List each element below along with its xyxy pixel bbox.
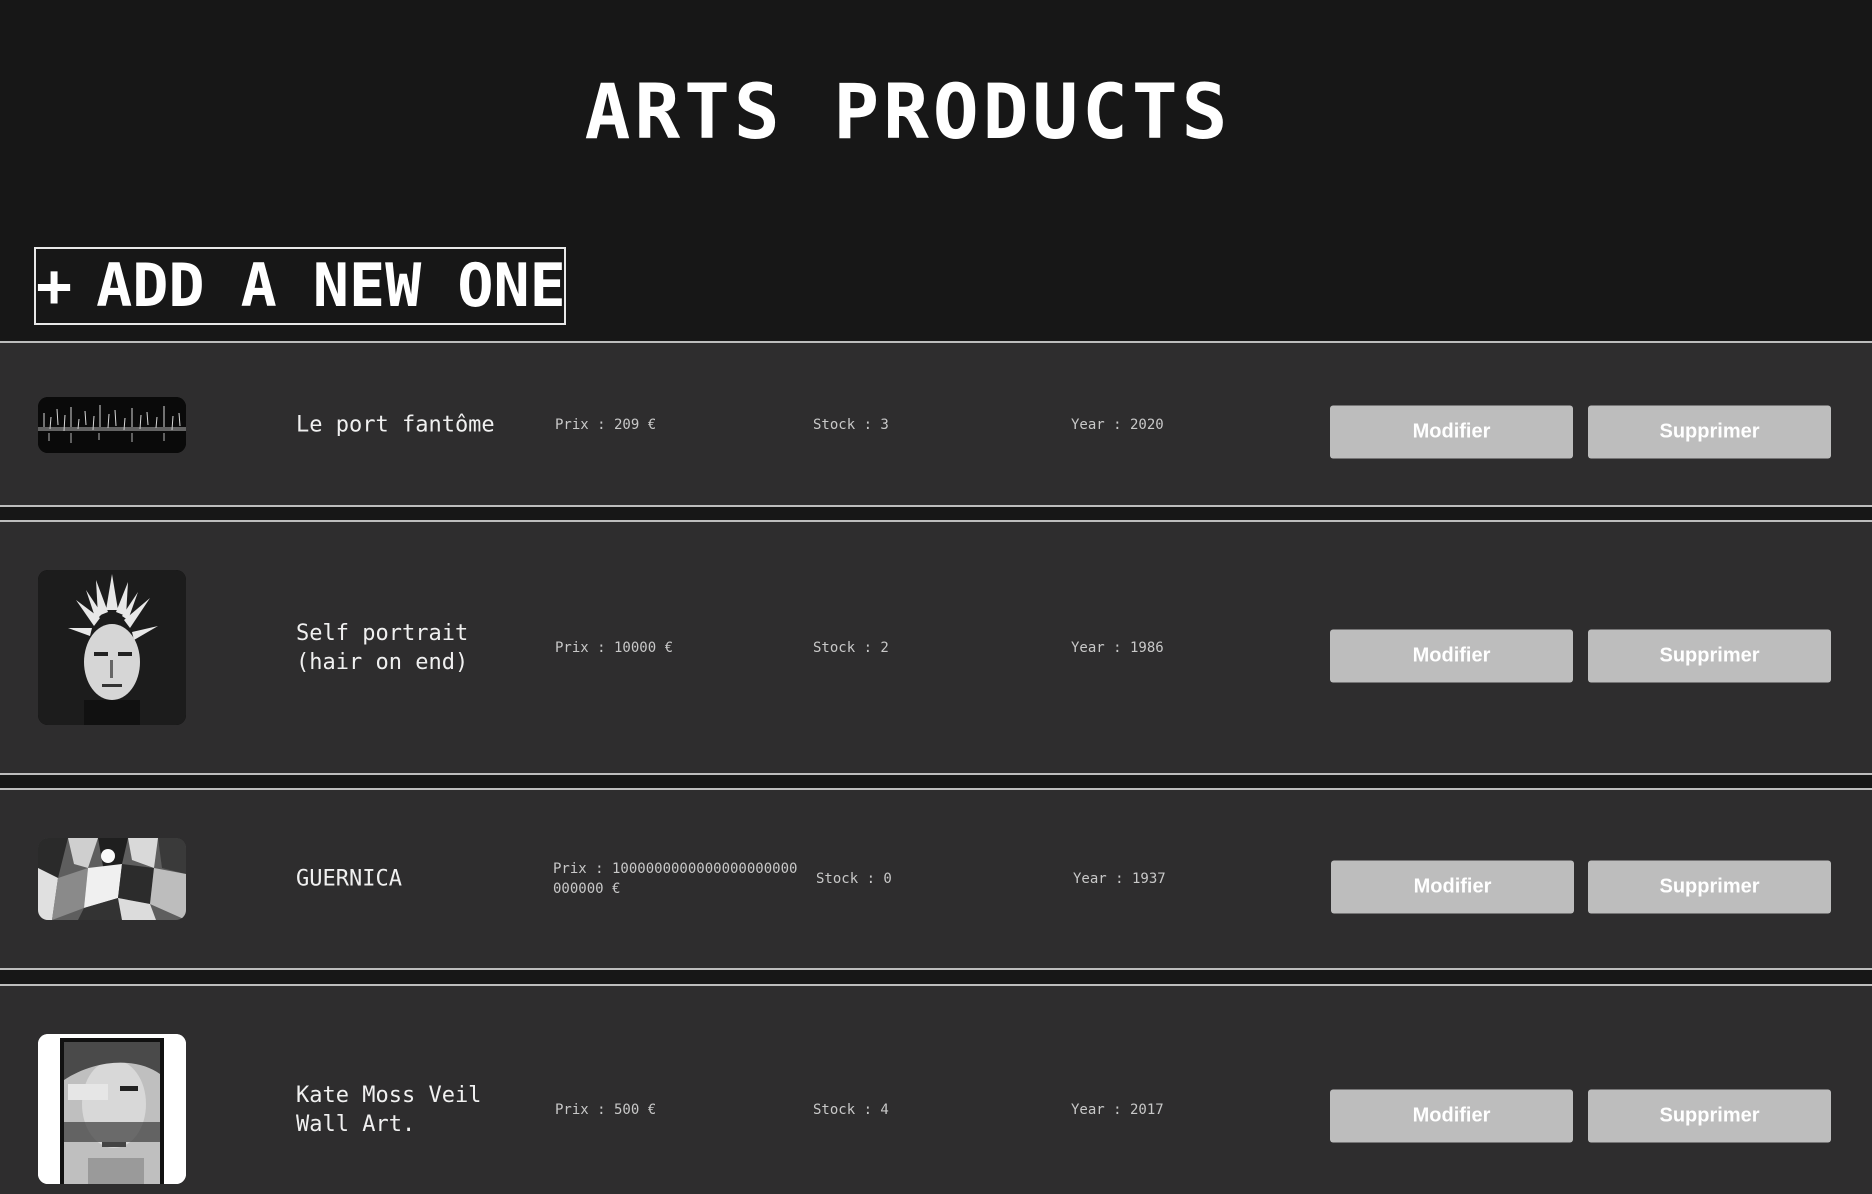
product-price: Prix : 1000000000000000000000000000 € xyxy=(553,861,798,897)
product-name: Kate Moss Veil Wall Art. xyxy=(296,1083,482,1137)
product-row: GUERNICA Prix : 100000000000000000000000… xyxy=(0,788,1872,970)
page-title: ARTS PRODUCTS xyxy=(584,67,1232,156)
product-row: Self portrait (hair on end) Prix : 10000… xyxy=(0,520,1872,775)
product-row: Le port fantôme Prix : 209 € Stock : 3 Y… xyxy=(0,341,1872,507)
modify-button[interactable]: Modifier xyxy=(1331,860,1574,914)
product-price: Prix : 209 € xyxy=(555,417,657,433)
product-price: Prix : 500 € xyxy=(555,1102,657,1118)
delete-button[interactable]: Supprimer xyxy=(1588,405,1831,459)
product-image-le-port-fantome xyxy=(38,397,186,453)
modify-button[interactable]: Modifier xyxy=(1330,1089,1573,1143)
delete-button[interactable]: Supprimer xyxy=(1588,860,1831,914)
product-stock: Stock : 3 xyxy=(813,417,889,433)
delete-button[interactable]: Supprimer xyxy=(1588,1089,1831,1143)
product-stock: Stock : 2 xyxy=(813,640,889,656)
product-name: Le port fantôme xyxy=(296,412,495,438)
product-year: Year : 1986 xyxy=(1071,640,1164,656)
product-stock: Stock : 0 xyxy=(816,871,892,887)
product-name: Self portrait (hair on end) xyxy=(296,621,469,675)
product-price: Prix : 10000 € xyxy=(555,640,674,656)
product-image-kate-moss xyxy=(38,1034,186,1184)
add-new-product-button[interactable]: + ADD A NEW ONE xyxy=(34,247,566,325)
product-image-guernica xyxy=(38,838,186,920)
modify-button[interactable]: Modifier xyxy=(1330,629,1573,683)
product-image-self-portrait xyxy=(38,570,186,725)
product-year: Year : 2017 xyxy=(1071,1102,1164,1118)
product-name: GUERNICA xyxy=(296,866,402,892)
product-year: Year : 2020 xyxy=(1071,417,1164,433)
product-year: Year : 1937 xyxy=(1073,871,1166,887)
product-stock: Stock : 4 xyxy=(813,1102,889,1118)
delete-button[interactable]: Supprimer xyxy=(1588,629,1831,683)
modify-button[interactable]: Modifier xyxy=(1330,405,1573,459)
product-row: Kate Moss Veil Wall Art. Prix : 500 € St… xyxy=(0,984,1872,1194)
plus-icon: + xyxy=(36,251,73,321)
add-new-product-label: ADD A NEW ONE xyxy=(96,251,566,321)
